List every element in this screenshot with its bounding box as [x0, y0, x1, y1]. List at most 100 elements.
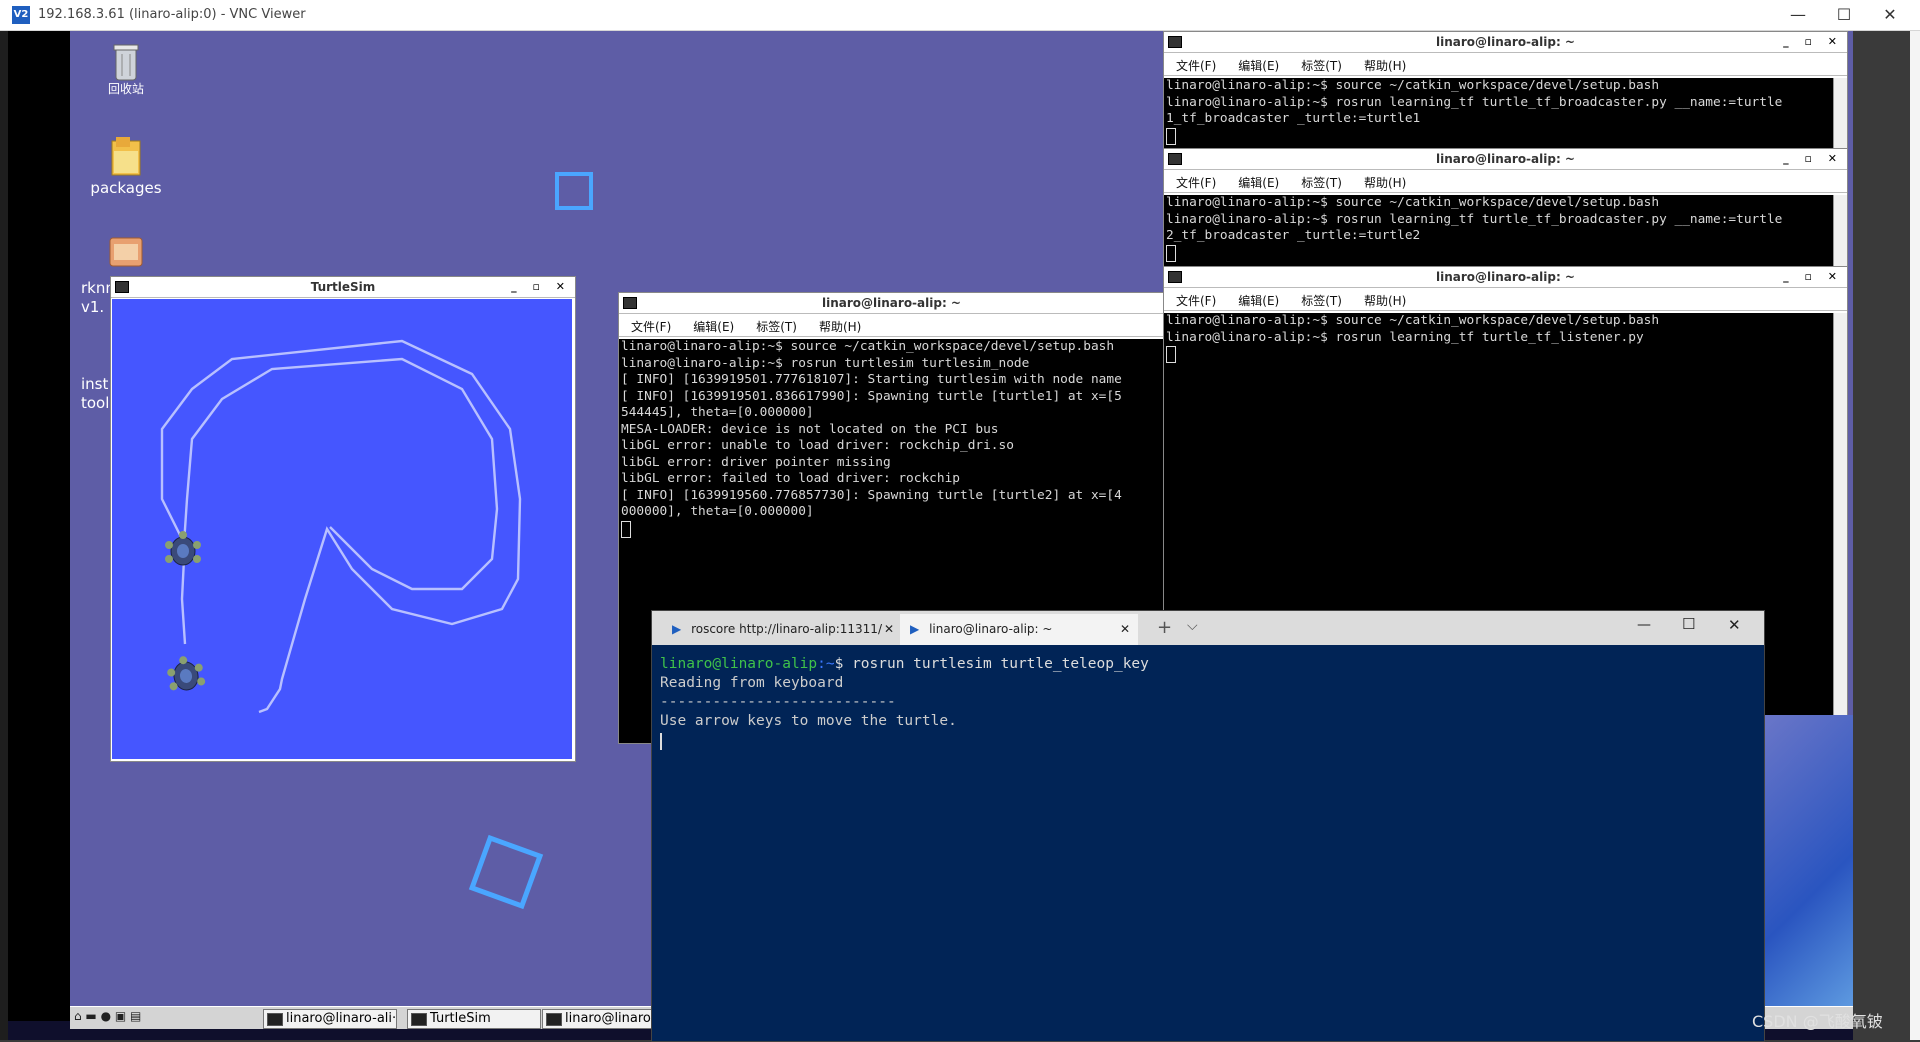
terminal-line: linaro@linaro-alip:~$ rosrun learning_tf… — [1166, 211, 1783, 227]
terminal-title: linaro@linaro-alip: ~ — [1436, 152, 1575, 166]
vnc-left-border — [0, 31, 8, 1040]
menu-file[interactable]: 文件(F) — [1176, 292, 1216, 309]
menu-edit[interactable]: 编辑(E) — [693, 318, 734, 335]
folder-icon — [106, 135, 146, 179]
menu-tabs[interactable]: 标签(T) — [1301, 292, 1342, 309]
terminal-line: MESA-LOADER: device is not located on th… — [621, 421, 999, 437]
wt-maximize-button[interactable]: ☐ — [1682, 615, 1695, 633]
terminal-scrollbar[interactable] — [1833, 78, 1847, 150]
terminal-output[interactable]: linaro@linaro-alip:~$ source ~/catkin_wo… — [1164, 78, 1833, 150]
terminal-line: [ INFO] [1639919560.776857730]: Spawning… — [621, 487, 1122, 503]
menu-tabs[interactable]: 标签(T) — [1301, 174, 1342, 191]
vnc-app-icon: V2 — [12, 6, 30, 24]
desktop-icon-packages[interactable]: packages — [86, 135, 166, 197]
menu-tabs[interactable]: 标签(T) — [756, 318, 797, 335]
turtlesim-titlebar[interactable]: TurtleSim _ ▫ ✕ — [111, 277, 575, 298]
desktop-icon-label: 回收站 — [107, 82, 144, 96]
terminal-output[interactable]: linaro@linaro-alip:~$ source ~/catkin_wo… — [1164, 195, 1833, 267]
turtlesim-title: TurtleSim — [310, 280, 376, 294]
terminal-line: linaro@linaro-alip:~$ source ~/catkin_wo… — [1166, 195, 1660, 210]
terminal-window-icon[interactable] — [1168, 271, 1182, 283]
menu-edit[interactable]: 编辑(E) — [1238, 174, 1279, 191]
terminal-titlebar[interactable]: linaro@linaro-alip: ~ _ ▫ ✕ — [1164, 149, 1847, 170]
text-cursor — [660, 733, 662, 750]
desktop-icon-trash[interactable]: 回收站 — [86, 42, 166, 97]
taskbar-item-terminal[interactable]: linaro@linaro-ali··· — [263, 1009, 397, 1029]
window-controls[interactable]: _ ▫ ✕ — [511, 277, 571, 297]
vnc-minimize-button[interactable]: — — [1775, 0, 1821, 30]
terminal-window-icon[interactable] — [623, 297, 637, 309]
taskbar-item-label: linaro@linaro-ali··· — [286, 1011, 397, 1026]
wallpaper-corner — [1763, 715, 1853, 1007]
terminal-line: linaro@linaro-alip:~$ rosrun turtlesim t… — [621, 355, 1030, 371]
windows-terminal[interactable]: ▶ roscore http://linaro-alip:11311/ ✕ ▶ … — [651, 610, 1765, 1042]
menu-tabs[interactable]: 标签(T) — [1301, 57, 1342, 74]
tab-dropdown-button[interactable]: ⌵ — [1187, 618, 1198, 634]
terminal-broadcaster-turtle1[interactable]: linaro@linaro-alip: ~ _ ▫ ✕ 文件(F) 编辑(E) 标签… — [1163, 31, 1848, 151]
tab-label: roscore http://linaro-alip:11311/ — [691, 622, 882, 636]
terminal-menubar: 文件(F) 编辑(E) 标签(T) 帮助(H) — [1164, 288, 1847, 311]
menu-help[interactable]: 帮助(H) — [819, 318, 861, 335]
terminal-scrollbar[interactable] — [1833, 195, 1847, 267]
terminal-line: 544445], theta=[0.000000] — [621, 405, 814, 420]
vnc-right-border — [1910, 31, 1920, 1040]
terminal-titlebar[interactable]: linaro@linaro-alip: ~ _ ▫ ✕ — [1164, 267, 1847, 288]
vnc-maximize-button[interactable]: ☐ — [1821, 0, 1867, 30]
terminal-menubar: 文件(F) 编辑(E) 标签(T) 帮助(H) — [1164, 170, 1847, 193]
desktop-icon-archive[interactable] — [86, 234, 166, 270]
taskbar-item-label: TurtleSim — [430, 1011, 491, 1026]
tab-linaro-active[interactable]: ▶ linaro@linaro-alip: ~ ✕ — [900, 614, 1138, 645]
menu-file[interactable]: 文件(F) — [631, 318, 671, 335]
trash-icon — [111, 42, 141, 81]
tab-close-icon[interactable]: ✕ — [884, 614, 894, 644]
windows-terminal-tabbar: ▶ roscore http://linaro-alip:11311/ ✕ ▶ … — [652, 611, 1764, 645]
output-line: Reading from keyboard — [660, 675, 844, 691]
turtlesim-window[interactable]: TurtleSim _ ▫ ✕ — [110, 276, 576, 762]
tab-close-icon[interactable]: ✕ — [1120, 614, 1130, 644]
powershell-icon: ▶ — [672, 622, 682, 636]
vnc-close-button[interactable]: ✕ — [1867, 0, 1913, 30]
menu-help[interactable]: 帮助(H) — [1364, 292, 1406, 309]
terminal-window-icon[interactable] — [1168, 153, 1182, 165]
window-controls[interactable]: _ ▫ ✕ — [1783, 149, 1843, 169]
menu-file[interactable]: 文件(F) — [1176, 174, 1216, 191]
window-controls[interactable]: _ ▫ ✕ — [1783, 267, 1843, 287]
vnc-window-title: 192.168.3.61 (linaro-alip:0) - VNC Viewe… — [38, 7, 306, 22]
desktop-icon-label-installer[interactable]: inst tool — [81, 375, 109, 413]
taskbar-item-turtlesim[interactable]: TurtleSim — [407, 1009, 541, 1029]
terminal-line: 2_tf_broadcaster _turtle:=turtle2 — [1166, 228, 1421, 243]
window-menu-icon[interactable] — [115, 281, 129, 293]
taskbar-launcher-icons[interactable]: ⌂ ▬ ● ▣ ▤ — [74, 1009, 254, 1027]
terminal-window-icon[interactable] — [1168, 36, 1182, 48]
wt-close-button[interactable]: ✕ — [1728, 616, 1741, 634]
menu-file[interactable]: 文件(F) — [1176, 57, 1216, 74]
terminal-cursor — [1166, 346, 1833, 364]
menu-edit[interactable]: 编辑(E) — [1238, 292, 1279, 309]
tab-label: linaro@linaro-alip: ~ — [929, 622, 1053, 636]
menu-help[interactable]: 帮助(H) — [1364, 174, 1406, 191]
window-controls[interactable]: _ ▫ ✕ — [1783, 32, 1843, 52]
terminal-scrollbar[interactable] — [1833, 313, 1847, 716]
menu-edit[interactable]: 编辑(E) — [1238, 57, 1279, 74]
menu-help[interactable]: 帮助(H) — [1364, 57, 1406, 74]
terminal-titlebar[interactable]: linaro@linaro-alip: ~ _ ▫ ✕ — [1164, 32, 1847, 53]
terminal-broadcaster-turtle2[interactable]: linaro@linaro-alip: ~ _ ▫ ✕ 文件(F) 编辑(E) 标签… — [1163, 148, 1848, 268]
terminal-line: libGL error: driver pointer missing — [621, 454, 891, 470]
turtle-trail-inner — [182, 357, 499, 591]
terminal-menubar: 文件(F) 编辑(E) 标签(T) 帮助(H) — [1164, 53, 1847, 76]
terminal-line: linaro@linaro-alip:~$ source ~/catkin_wo… — [621, 339, 1115, 354]
tab-roscore[interactable]: ▶ roscore http://linaro-alip:11311/ ✕ — [662, 614, 900, 645]
terminal-titlebar[interactable]: linaro@linaro-alip: ~ — [619, 293, 1164, 314]
wt-minimize-button[interactable]: — — [1637, 617, 1651, 633]
terminal-cursor — [1166, 127, 1833, 146]
new-tab-button[interactable]: + — [1157, 617, 1172, 638]
windows-terminal-output[interactable]: linaro@linaro-alip:~$ rosrun turtlesim t… — [660, 655, 1756, 1041]
desktop-icon-label: packages — [90, 179, 162, 197]
prompt-line: linaro@linaro-alip:~$ rosrun turtlesim t… — [660, 655, 1756, 674]
watermark-text: CSDN @飞酸氧铍 — [1752, 1012, 1883, 1031]
prompt-user: linaro@linaro-alip — [660, 656, 818, 672]
terminal-line: 000000], theta=[0.000000] — [621, 504, 814, 519]
terminal-line: linaro@linaro-alip:~$ rosrun learning_tf… — [1166, 329, 1644, 345]
turtle2-icon — [167, 656, 206, 691]
terminal-line: libGL error: unable to load driver: rock… — [621, 438, 1014, 453]
